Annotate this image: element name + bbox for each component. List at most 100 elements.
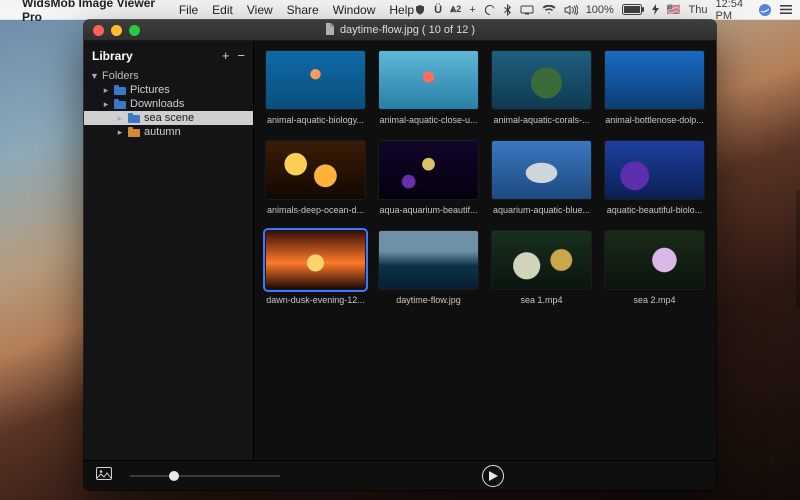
menu-help[interactable]: Help: [389, 3, 414, 17]
thumbnail-image: [379, 141, 478, 199]
sidebar-heading: Library: [92, 49, 133, 63]
library-sidebar: Library + − ▼ Folders ▸ Pictures ▸ Download…: [84, 41, 254, 460]
dock-edge: [796, 190, 800, 310]
tree-section-label: Folders: [102, 70, 139, 82]
sidebar-header: Library + −: [84, 41, 253, 69]
status-siri-icon[interactable]: [758, 3, 772, 17]
thumbnail-image: [492, 231, 591, 289]
status-charge-icon: [652, 4, 659, 15]
status-shield-icon[interactable]: [414, 4, 426, 16]
slider-track: [130, 475, 280, 477]
thumbnail-caption: aquatic-beautiful-biolo...: [607, 205, 703, 215]
thumbnail-caption: animal-aquatic-close-u...: [379, 115, 477, 125]
thumbnail-caption: sea 1.mp4: [520, 295, 562, 305]
menu-share[interactable]: Share: [287, 3, 319, 17]
status-day[interactable]: Thu: [689, 4, 708, 16]
menubar-status: Ü ⩓2 + 100% 🇺🇸 Thu 12:54 PM: [414, 0, 792, 22]
thumbnail[interactable]: animals-deep-ocean-d...: [266, 141, 365, 215]
thumbnail-image: [379, 231, 478, 289]
thumbnail-caption: aquarium-aquatic-blue...: [493, 205, 590, 215]
folder-label: Pictures: [130, 84, 170, 96]
sidebar-folder-sea-scene[interactable]: ▸ sea scene: [84, 111, 253, 125]
status-notifications-icon[interactable]: [780, 4, 792, 15]
thumbnail[interactable]: aquatic-beautiful-biolo...: [605, 141, 704, 215]
thumbnail-grid-area: animal-aquatic-biology... animal-aquatic-…: [254, 41, 716, 460]
thumbnail-image: [605, 51, 704, 109]
sidebar-folder-Pictures[interactable]: ▸ Pictures: [84, 83, 253, 97]
menu-file[interactable]: File: [179, 3, 198, 17]
slideshow-play-button[interactable]: [482, 465, 504, 487]
thumbnail-image: [492, 141, 591, 199]
disclosure-triangle-icon[interactable]: ▸: [116, 127, 124, 138]
disclosure-triangle-icon[interactable]: ▸: [102, 99, 110, 110]
window-minimize-button[interactable]: [111, 25, 122, 36]
status-display-icon[interactable]: [520, 5, 534, 15]
status-adobe-icon[interactable]: ⩓2: [450, 3, 461, 16]
menu-view[interactable]: View: [247, 3, 273, 17]
disclosure-triangle-icon[interactable]: ▸: [102, 85, 110, 96]
thumbnail[interactable]: aqua-aquarium-beautif...: [379, 141, 478, 215]
tree-section-folders[interactable]: ▼ Folders: [84, 69, 253, 83]
thumbnail-caption: animal-aquatic-corals-...: [493, 115, 589, 125]
thumbnail[interactable]: animal-bottlenose-dolp...: [605, 51, 704, 125]
folder-icon: [128, 113, 140, 123]
thumbnail-size-slider[interactable]: [130, 469, 280, 483]
status-flag-icon[interactable]: 🇺🇸: [667, 3, 681, 16]
folder-icon: [128, 127, 140, 137]
thumbnail-image: [266, 51, 365, 109]
folder-label: autumn: [144, 126, 181, 138]
thumbnail[interactable]: animal-aquatic-close-u...: [379, 51, 478, 125]
slider-knob[interactable]: [169, 471, 179, 481]
thumbnail-image: [266, 141, 365, 199]
thumbnail[interactable]: sea 2.mp4: [605, 231, 704, 305]
window-titlebar[interactable]: daytime-flow.jpg ( 10 of 12 ): [84, 20, 716, 41]
window-footer: [84, 460, 716, 490]
menu-edit[interactable]: Edit: [212, 3, 233, 17]
status-bluetooth-icon[interactable]: [504, 4, 512, 16]
sidebar-folder-autumn[interactable]: ▸ autumn: [84, 125, 253, 139]
window-traffic-lights: [84, 25, 140, 36]
status-time[interactable]: 12:54 PM: [716, 0, 751, 22]
status-plus-icon[interactable]: +: [469, 4, 475, 16]
thumbnail-caption: sea 2.mp4: [633, 295, 675, 305]
file-icon: [325, 23, 335, 38]
folder-icon: [114, 99, 126, 109]
window-title-text: daytime-flow.jpg ( 10 of 12 ): [340, 24, 475, 36]
thumbnail-grid: animal-aquatic-biology... animal-aquatic-…: [266, 51, 704, 305]
menu-window[interactable]: Window: [333, 3, 376, 17]
window-close-button[interactable]: [93, 25, 104, 36]
thumbnail-caption: dawn-dusk-evening-12...: [266, 295, 365, 305]
disclosure-triangle-icon[interactable]: ▼: [90, 71, 98, 81]
sidebar-folder-Downloads[interactable]: ▸ Downloads: [84, 97, 253, 111]
status-battery-pct[interactable]: 100%: [586, 4, 614, 16]
status-volume-icon[interactable]: [564, 5, 578, 15]
thumbnail-caption: animals-deep-ocean-d...: [267, 205, 364, 215]
status-u-icon[interactable]: Ü: [434, 4, 442, 16]
thumbnail[interactable]: aquarium-aquatic-blue...: [492, 141, 591, 215]
thumbnail-image: [605, 141, 704, 199]
thumbnail-image: [492, 51, 591, 109]
folder-label: Downloads: [130, 98, 184, 110]
thumbnail-image: [266, 231, 365, 289]
status-wifi-icon[interactable]: [542, 5, 556, 15]
thumbnail[interactable]: animal-aquatic-corals-...: [492, 51, 591, 125]
status-sync-icon[interactable]: [484, 4, 496, 16]
thumbnail[interactable]: animal-aquatic-biology...: [266, 51, 365, 125]
thumbnail-mode-icon[interactable]: [96, 467, 112, 485]
folder-label: sea scene: [144, 112, 194, 124]
app-window: daytime-flow.jpg ( 10 of 12 ) Library + …: [84, 20, 716, 490]
sidebar-remove-button[interactable]: −: [237, 48, 245, 63]
status-battery-icon[interactable]: [622, 4, 644, 15]
window-maximize-button[interactable]: [129, 25, 140, 36]
sidebar-add-button[interactable]: +: [222, 48, 230, 63]
thumbnail-caption: daytime-flow.jpg: [396, 295, 461, 305]
thumbnail[interactable]: dawn-dusk-evening-12...: [266, 231, 365, 305]
thumbnail-image: [605, 231, 704, 289]
folder-icon: [114, 85, 126, 95]
disclosure-triangle-icon[interactable]: ▸: [116, 113, 124, 124]
folder-tree: ▼ Folders ▸Pictures▸Downloads▸sea scene▸…: [84, 69, 253, 145]
thumbnail[interactable]: sea 1.mp4: [492, 231, 591, 305]
thumbnail[interactable]: daytime-flow.jpg: [379, 231, 478, 305]
thumbnail-caption: aqua-aquarium-beautif...: [379, 205, 477, 215]
mac-menubar: WidsMob Image Viewer Pro File Edit View …: [0, 0, 800, 20]
